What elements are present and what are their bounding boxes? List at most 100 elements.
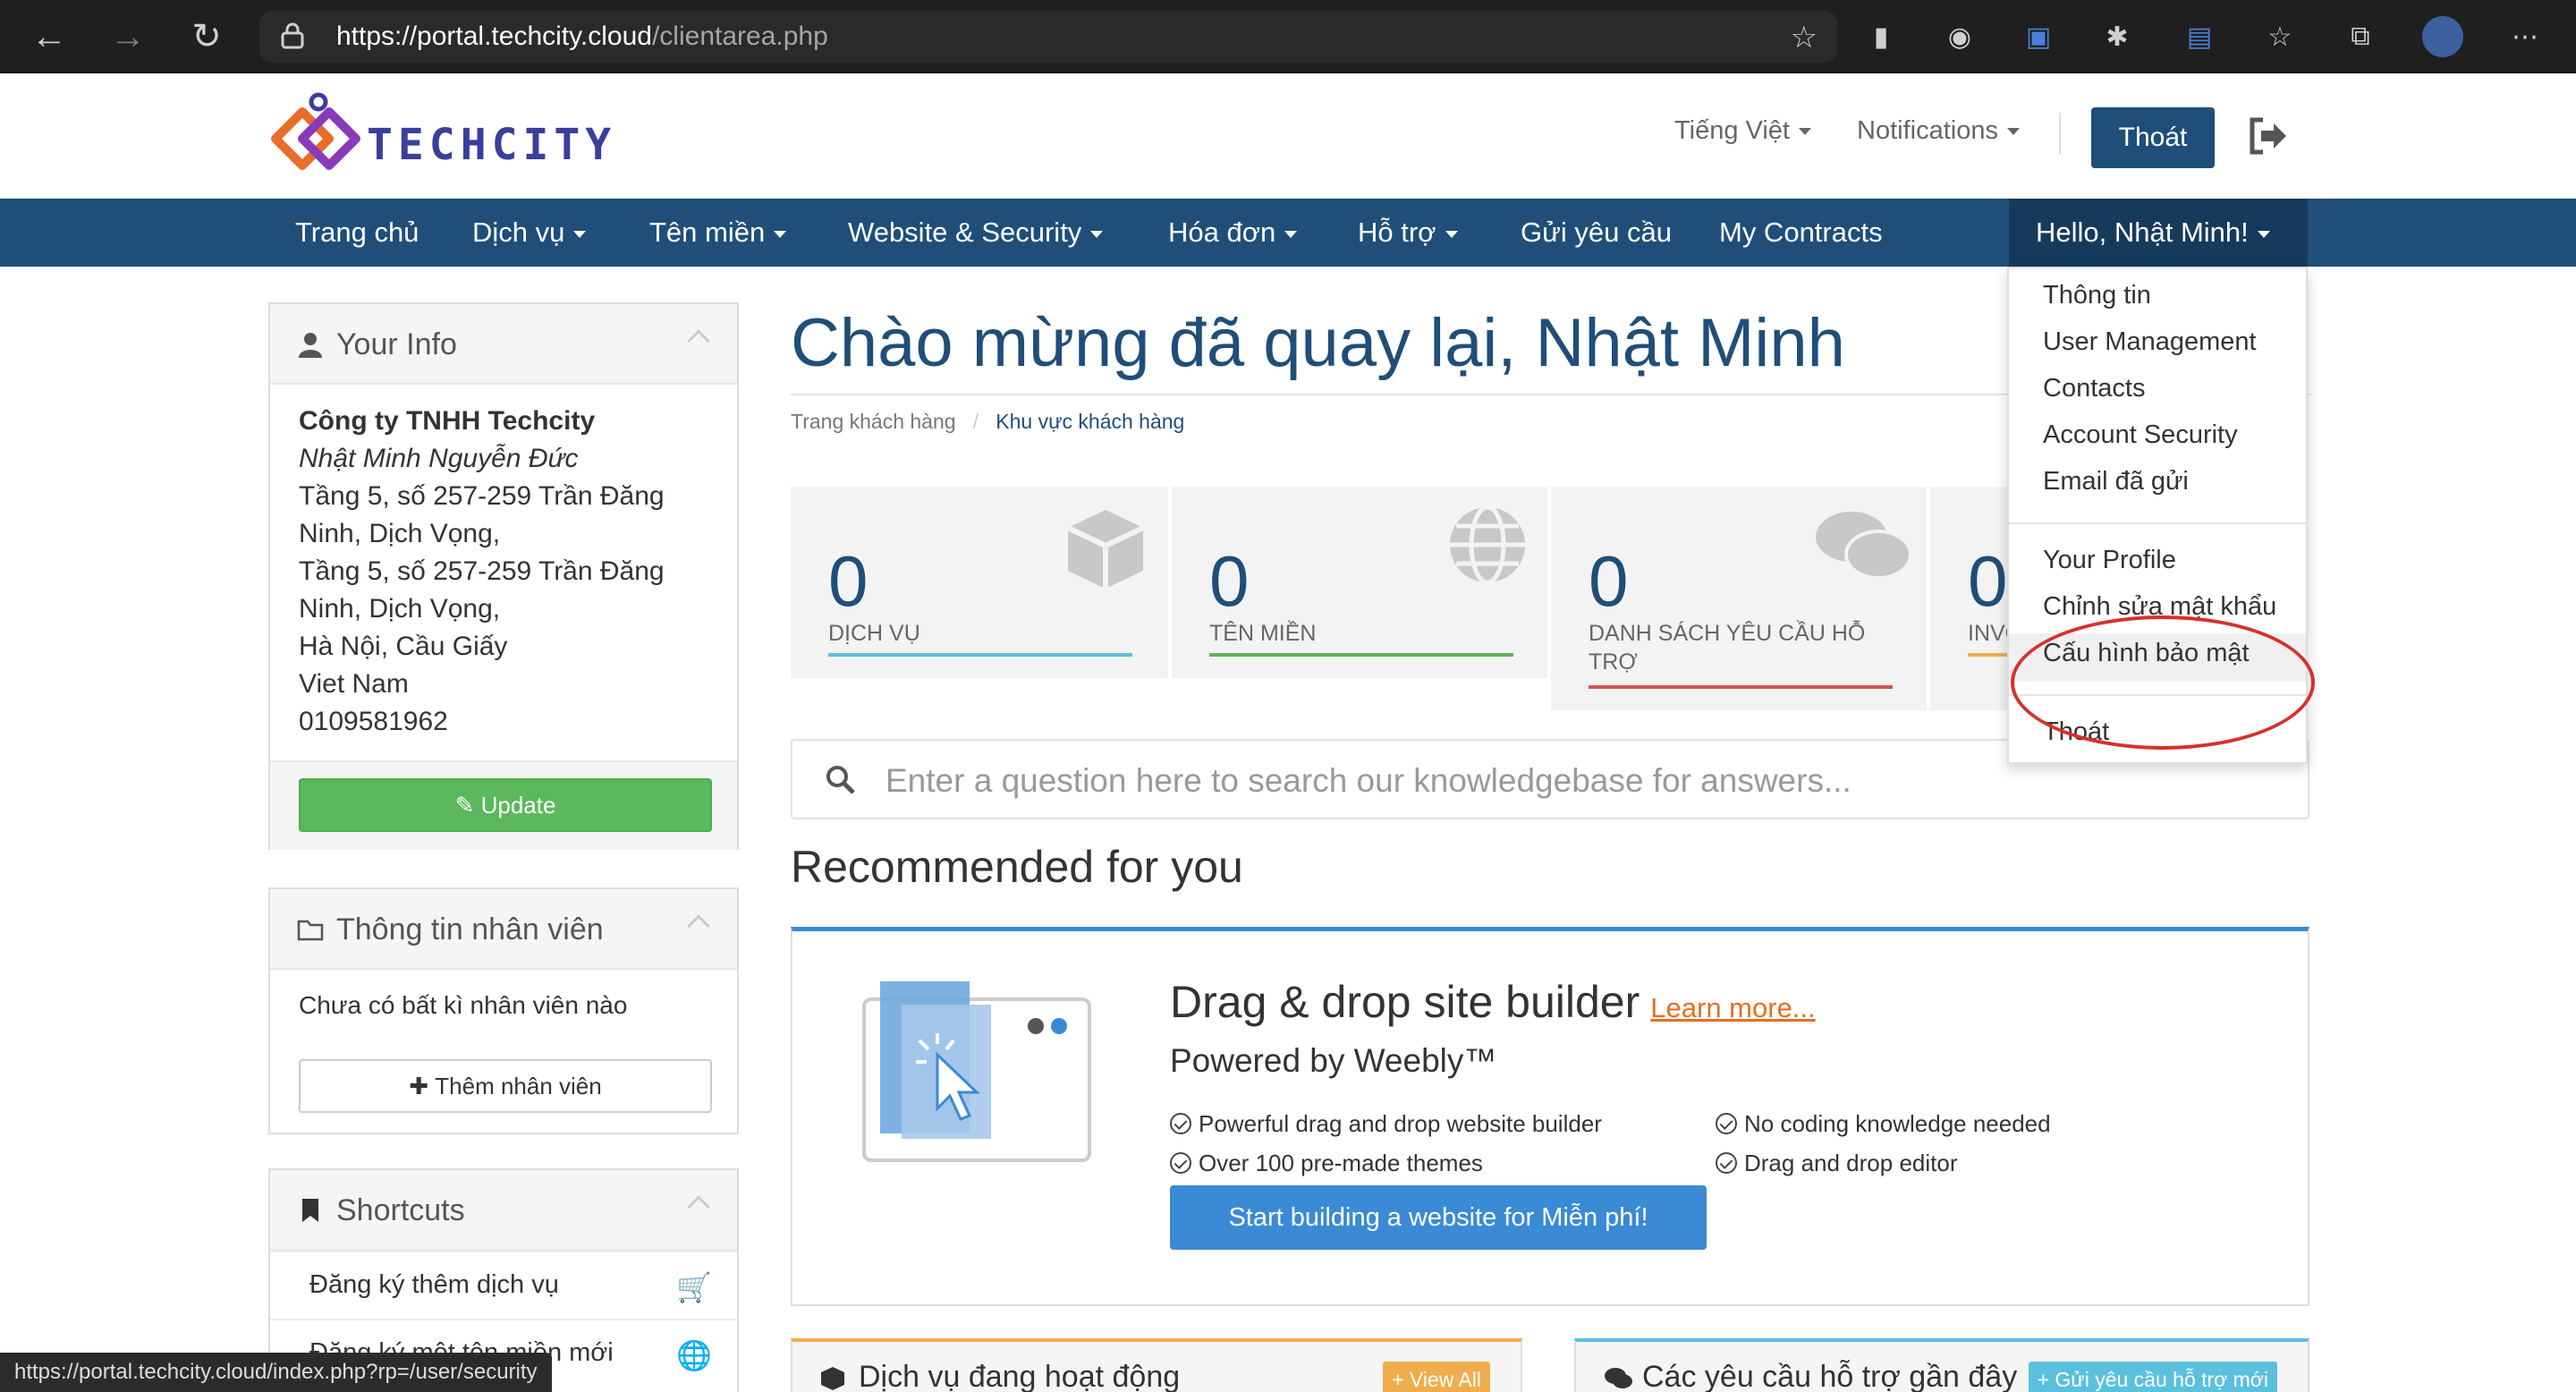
reload-icon[interactable]: ↻ bbox=[182, 13, 231, 61]
staff-empty-text: Chưa có bất kì nhân viên nào bbox=[299, 991, 628, 1019]
stat-underline bbox=[1209, 653, 1513, 657]
menu-item-details[interactable]: Thông tin bbox=[2043, 281, 2151, 310]
stat-label: TÊN MIỀN bbox=[1209, 621, 1317, 646]
back-arrow-icon[interactable]: ← bbox=[25, 13, 73, 61]
address-line: Ninh, Dịch Vọng, bbox=[299, 519, 501, 548]
check-circle-icon bbox=[1716, 1113, 1737, 1134]
shortcut-order-services[interactable]: Đăng ký thêm dịch vụ 🛒 bbox=[270, 1251, 737, 1319]
logout-button[interactable]: Thoát bbox=[2091, 107, 2215, 168]
your-info-title: Your Info bbox=[336, 327, 457, 361]
header-separator bbox=[2059, 113, 2061, 154]
stat-services[interactable]: 0 DỊCH VỤ bbox=[791, 487, 1168, 678]
breadcrumb-home[interactable]: Trang khách hàng bbox=[791, 410, 956, 433]
address-line: Tầng 5, số 257-259 Trần Đăng bbox=[299, 481, 665, 511]
learn-more-link[interactable]: Learn more... bbox=[1650, 992, 1815, 1023]
camera-icon[interactable]: ◉ bbox=[1943, 20, 1977, 54]
nav-my-contracts[interactable]: My Contracts bbox=[1719, 199, 1883, 267]
menu-item-account-security[interactable]: Account Security bbox=[2043, 420, 2238, 450]
open-ticket-button[interactable]: + Gửi yêu cầu hỗ trợ mới bbox=[2028, 1362, 2277, 1392]
address-line: Tầng 5, số 257-259 Trần Đăng bbox=[299, 556, 665, 586]
stat-domains[interactable]: 0 TÊN MIỀN bbox=[1170, 487, 1547, 678]
stat-value: 0 bbox=[828, 541, 869, 621]
contact-name: Nhật Minh Nguyễn Đức bbox=[299, 444, 579, 473]
feature-item: Drag and drop editor bbox=[1716, 1150, 1957, 1177]
folder-icon bbox=[297, 920, 324, 941]
feature-item: No coding knowledge needed bbox=[1716, 1110, 2051, 1138]
menu-item-contacts[interactable]: Contacts bbox=[2043, 374, 2145, 403]
staff-panel: Thông tin nhân viên Chưa có bất kì nhân … bbox=[268, 887, 739, 1134]
nav-home[interactable]: Trang chủ bbox=[295, 199, 419, 267]
comments-icon bbox=[1605, 1368, 1632, 1388]
feature-item: Powerful drag and drop website builder bbox=[1170, 1110, 1602, 1138]
update-button[interactable]: ✎ Update bbox=[299, 778, 712, 832]
address-bar[interactable]: https://portal.techcity.cloud/clientarea… bbox=[259, 11, 1837, 63]
techcity-logo[interactable]: TECHCITY bbox=[267, 89, 611, 179]
stat-underline bbox=[1589, 685, 1893, 689]
country: Viet Nam bbox=[299, 669, 409, 699]
browser-toolbar: ← → ↻ https://portal.techcity.cloud/clie… bbox=[0, 0, 2576, 73]
your-info-header[interactable]: Your Info bbox=[270, 304, 737, 385]
menu-item-your-profile[interactable]: Your Profile bbox=[2043, 546, 2176, 575]
shopping-cart-icon: 🛒 bbox=[676, 1271, 712, 1303]
staff-title: Thông tin nhân viên bbox=[336, 912, 604, 946]
site-builder-illustration bbox=[862, 981, 1091, 1162]
nav-services[interactable]: Dịch vụ bbox=[472, 199, 587, 267]
stat-value: 0 bbox=[1209, 541, 1250, 621]
stat-underline bbox=[1968, 653, 2009, 657]
comments-icon bbox=[1816, 512, 1912, 580]
notifications-dropdown[interactable]: Notifications bbox=[1857, 116, 2020, 146]
staff-header[interactable]: Thông tin nhân viên bbox=[270, 889, 737, 970]
stat-tickets[interactable]: 0 DANH SÁCH YÊU CẦU HỖ TRỢ bbox=[1549, 487, 1927, 710]
forward-arrow-icon[interactable]: → bbox=[104, 13, 152, 61]
puzzle-icon[interactable]: ✱ bbox=[2100, 20, 2134, 54]
menu-item-user-management[interactable]: User Management bbox=[2043, 327, 2257, 357]
check-circle-icon bbox=[1170, 1113, 1191, 1134]
url-text: https://portal.techcity.cloud/clientarea… bbox=[336, 21, 828, 51]
lock-icon bbox=[281, 22, 304, 49]
check-circle-icon bbox=[1170, 1152, 1191, 1174]
stat-invoices[interactable]: 0 INVOICES bbox=[1928, 487, 2009, 710]
favorites-icon[interactable]: ☆ bbox=[2263, 20, 2297, 54]
nav-open-ticket[interactable]: Gửi yêu cầu bbox=[1521, 199, 1672, 267]
box-icon bbox=[1066, 510, 1145, 589]
more-menu-icon[interactable]: ⋯ bbox=[2508, 20, 2542, 54]
status-bar-url: https://portal.techcity.cloud/index.php?… bbox=[0, 1353, 552, 1392]
shortcuts-header[interactable]: Shortcuts bbox=[270, 1170, 737, 1251]
active-services-panel: Dịch vụ đang hoạt động + View All bbox=[791, 1338, 1522, 1392]
feature-item: Over 100 pre-made themes bbox=[1170, 1150, 1483, 1177]
language-dropdown[interactable]: Tiếng Việt bbox=[1674, 116, 1811, 146]
stat-underline bbox=[828, 653, 1132, 657]
breadcrumb-separator: / bbox=[972, 410, 979, 433]
favorite-add-icon[interactable]: ☆ bbox=[1791, 20, 1818, 55]
cast-icon[interactable]: ▤ bbox=[2182, 20, 2216, 54]
view-all-button[interactable]: + View All bbox=[1383, 1362, 1490, 1392]
chevron-up-icon[interactable] bbox=[687, 1195, 710, 1218]
nav-website-security[interactable]: Website & Security bbox=[848, 199, 1104, 267]
menu-item-email-history[interactable]: Email đã gửi bbox=[2043, 467, 2189, 497]
collections-icon[interactable]: ⧉ bbox=[2343, 20, 2377, 54]
your-info-panel: Your Info Công ty TNHH Techcity Nhật Min… bbox=[268, 302, 739, 850]
logo-mark-icon bbox=[271, 92, 360, 170]
nav-support[interactable]: Hỗ trợ bbox=[1358, 199, 1458, 267]
cube-icon bbox=[821, 1367, 844, 1390]
company-name: Công ty TNHH Techcity bbox=[299, 406, 596, 436]
user-menu-toggle[interactable]: Hello, Nhật Minh! bbox=[2009, 199, 2308, 267]
nav-invoices[interactable]: Hóa đơn bbox=[1168, 199, 1298, 267]
start-building-button[interactable]: Start building a website for Miễn phí! bbox=[1170, 1185, 1707, 1250]
stat-value: 0 bbox=[1968, 541, 2008, 621]
check-circle-icon bbox=[1716, 1152, 1737, 1174]
chevron-up-icon[interactable] bbox=[687, 329, 710, 352]
sign-out-icon[interactable] bbox=[2245, 113, 2292, 159]
add-staff-button[interactable]: ✚ Thêm nhân viên bbox=[299, 1059, 712, 1113]
page-title: Chào mừng đã quay lại, Nhật Minh bbox=[791, 305, 1845, 381]
nav-domains[interactable]: Tên miền bbox=[649, 199, 787, 267]
extension-bars-icon[interactable]: ▮ bbox=[1864, 20, 1898, 54]
your-info-footer: ✎ Update bbox=[270, 760, 737, 850]
breadcrumb: Trang khách hàng / Khu vực khách hàng bbox=[791, 410, 1184, 434]
chevron-up-icon[interactable] bbox=[687, 914, 710, 938]
logo-text: TECHCITY bbox=[367, 120, 617, 170]
extension-blue-icon[interactable]: ▣ bbox=[2021, 20, 2055, 54]
search-placeholder: Enter a question here to search our know… bbox=[886, 762, 1852, 799]
promo-subtitle: Powered by Weebly™ bbox=[1170, 1042, 1497, 1079]
profile-avatar-icon[interactable] bbox=[2422, 16, 2463, 57]
